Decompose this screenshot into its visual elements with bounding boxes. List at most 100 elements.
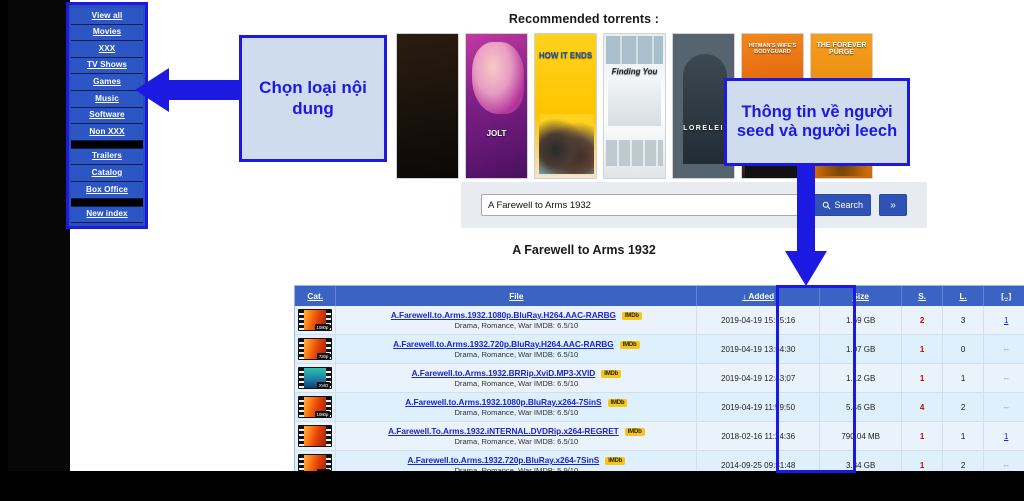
category-sidebar: View allMoviesXXXTV ShowsGamesMusicSoftw… — [66, 2, 148, 229]
leechers-value: 2 — [961, 403, 965, 412]
torrent-meta: Drama, Romance, War IMDB: 6.5/10 — [338, 379, 694, 388]
cell-category[interactable]: 720p — [295, 335, 336, 364]
cell-file[interactable]: A.Farewell.to.Arms.1932.720p.BluRay.H264… — [336, 335, 697, 364]
sidebar-item-tv-shows[interactable]: TV Shows — [71, 58, 143, 75]
column-header-cat[interactable]: Cat. — [295, 286, 336, 306]
comments-value[interactable]: 1 — [1004, 432, 1008, 441]
sidebar-separator — [71, 141, 143, 149]
table-row[interactable]: 720p A.Farewell.to.Arms.1932.720p.BluRay.… — [295, 451, 1024, 472]
cell-added: 2019-04-19 15:15:16 — [697, 306, 820, 335]
quality-badge: 1080p — [315, 324, 331, 330]
cell-category[interactable]: XViD — [295, 364, 336, 393]
cell-comments: 1 — [984, 422, 1024, 451]
cell-category[interactable]: 1080p — [295, 306, 336, 335]
table-row[interactable]: 1080p A.Farewell.to.Arms.1932.1080p.BluRa… — [295, 393, 1024, 422]
cell-file[interactable]: A.Farewell.to.Arms.1932.1080p.BluRay.H26… — [336, 306, 697, 335]
sidebar-item-new-index[interactable]: New index — [71, 207, 143, 224]
cell-category[interactable]: 720p — [295, 451, 336, 472]
imdb-badge[interactable]: IMDb — [608, 399, 628, 407]
sidebar-item-xxx[interactable]: XXX — [71, 41, 143, 58]
quality-badge: 1080p — [315, 411, 331, 417]
poster-title: JOLT — [466, 130, 527, 138]
search-button-label: Search — [834, 200, 863, 210]
torrent-meta: Drama, Romance, War IMDB: 6.5/10 — [338, 350, 694, 359]
torrent-meta: Drama, Romance, War IMDB: 6.5/10 — [338, 321, 694, 330]
cell-seeders: 1 — [902, 451, 943, 472]
recommended-carousel[interactable]: JOLT HOW IT ENDS Finding You LORELEI — [396, 33, 1024, 181]
poster-art — [606, 36, 663, 64]
table-row[interactable]: 1080p A.Farewell.to.Arms.1932.1080p.BluRa… — [295, 306, 1024, 335]
imdb-badge[interactable]: IMDb — [605, 457, 625, 465]
cell-file[interactable]: A.Farewell.To.Arms.1932.iNTERNAL.DVDRip.… — [336, 422, 697, 451]
cell-size: 790.04 MB — [820, 422, 902, 451]
cell-size: 1.69 GB — [820, 306, 902, 335]
comments-value: -- — [1004, 403, 1009, 412]
category-icon: 1080p — [298, 396, 332, 418]
annotation-content-type: Chọn loại nội dung — [239, 35, 387, 162]
bottom-black-bar — [0, 471, 1024, 501]
annotation-seed-leech: Thông tin về người seed và người leech — [724, 78, 910, 166]
poster-art — [606, 140, 663, 166]
poster-item[interactable] — [396, 33, 459, 179]
leechers-value: 0 — [961, 345, 965, 354]
poster-item[interactable]: HOW IT ENDS — [534, 33, 597, 179]
imdb-badge[interactable]: IMDb — [601, 370, 621, 378]
table-row[interactable]: XViD A.Farewell.to.Arms.1932.BRRip.XviD.M… — [295, 364, 1024, 393]
comments-value[interactable]: 1 — [1004, 316, 1008, 325]
torrent-name-link[interactable]: A.Farewell.to.Arms.1932.1080p.BluRay.H26… — [391, 310, 616, 320]
torrent-name-link[interactable]: A.Farewell.to.Arms.1932.720p.BluRay.H264… — [393, 339, 614, 349]
sidebar-item-trailers[interactable]: Trailers — [71, 149, 143, 166]
search-input[interactable] — [481, 194, 806, 216]
imdb-badge[interactable]: IMDb — [625, 428, 645, 436]
sidebar-item-software[interactable]: Software — [71, 108, 143, 125]
category-icon: 720p — [298, 338, 332, 360]
torrent-name-link[interactable]: A.Farewell.To.Arms.1932.iNTERNAL.DVDRip.… — [388, 426, 619, 436]
column-header-seeders[interactable]: S. — [902, 286, 943, 306]
leechers-value: 1 — [961, 374, 965, 383]
cell-size: 3.34 GB — [820, 451, 902, 472]
sidebar-item-games[interactable]: Games — [71, 74, 143, 91]
sidebar-item-catalog[interactable]: Catalog — [71, 165, 143, 182]
comments-value: -- — [1004, 374, 1009, 383]
cell-size: 5.46 GB — [820, 393, 902, 422]
column-header-file[interactable]: File — [336, 286, 697, 306]
column-header-size[interactable]: Size — [820, 286, 902, 306]
sidebar-item-music[interactable]: Music — [71, 91, 143, 108]
imdb-badge[interactable]: IMDb — [620, 341, 640, 349]
sidebar-item-view-all[interactable]: View all — [71, 8, 143, 25]
results-table: Cat. File ↓ Added Size — [295, 286, 1024, 471]
cell-file[interactable]: A.Farewell.to.Arms.1932.1080p.BluRay.x26… — [336, 393, 697, 422]
torrent-name-link[interactable]: A.Farewell.to.Arms.1932.BRRip.XviD.MP3-X… — [412, 368, 596, 378]
column-header-comments[interactable]: [..] — [984, 286, 1024, 306]
cell-category[interactable]: 1080p — [295, 393, 336, 422]
cell-file[interactable]: A.Farewell.to.Arms.1932.BRRip.XviD.MP3-X… — [336, 364, 697, 393]
results-table-wrapper: Cat. File ↓ Added Size — [294, 285, 1024, 471]
poster-item[interactable]: Finding You — [603, 33, 666, 179]
cell-category[interactable] — [295, 422, 336, 451]
cell-comments: -- — [984, 335, 1024, 364]
annotation-arrow-down — [783, 163, 829, 286]
advanced-search-button[interactable]: » — [879, 194, 907, 216]
torrent-meta: Drama, Romance, War IMDB: 6.5/10 — [338, 437, 694, 446]
cell-file[interactable]: A.Farewell.to.Arms.1932.720p.BluRay.x264… — [336, 451, 697, 472]
torrent-name-link[interactable]: A.Farewell.to.Arms.1932.720p.BluRay.x264… — [408, 455, 600, 465]
poster-title: HITMAN'S WIFE'S BODYGUARD — [742, 44, 803, 56]
seeders-value: 1 — [920, 461, 924, 470]
category-icon: 1080p — [298, 309, 332, 331]
sidebar-item-movies[interactable]: Movies — [71, 25, 143, 42]
column-header-added[interactable]: ↓ Added — [697, 286, 820, 306]
leechers-value: 2 — [961, 461, 965, 470]
table-row[interactable]: A.Farewell.To.Arms.1932.iNTERNAL.DVDRip.… — [295, 422, 1024, 451]
torrent-name-link[interactable]: A.Farewell.to.Arms.1932.1080p.BluRay.x26… — [405, 397, 601, 407]
category-icon — [298, 425, 332, 447]
recommended-torrents-heading: Recommended torrents : — [144, 12, 1024, 26]
sidebar-item-non-xxx[interactable]: Non XXX — [71, 124, 143, 141]
cell-size: 1.07 GB — [820, 335, 902, 364]
cell-seeders: 2 — [902, 306, 943, 335]
table-row[interactable]: 720p A.Farewell.to.Arms.1932.720p.BluRay.… — [295, 335, 1024, 364]
imdb-badge[interactable]: IMDb — [622, 312, 642, 320]
sidebar-item-box-office[interactable]: Box Office — [71, 182, 143, 199]
poster-item[interactable]: JOLT — [465, 33, 528, 179]
column-header-leechers[interactable]: L. — [943, 286, 984, 306]
poster-art — [472, 42, 524, 114]
